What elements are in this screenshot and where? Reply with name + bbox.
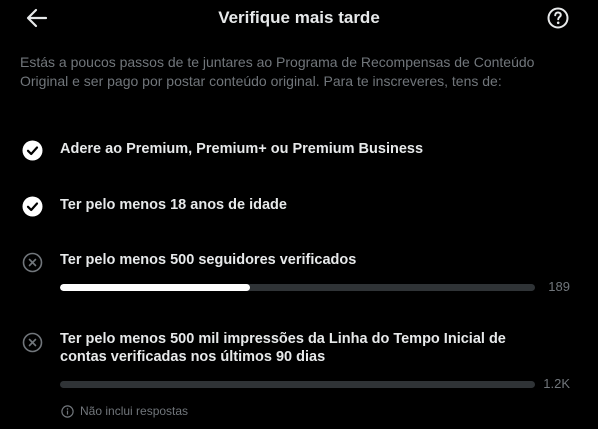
- requirement-label: Adere ao Premium, Premium+ ou Premium Bu…: [60, 141, 424, 157]
- requirement-label: Ter pelo menos 500 mil impressões da Lin…: [60, 331, 506, 365]
- requirement-label: Ter pelo menos 500 seguidores verificado…: [60, 252, 357, 268]
- question-circle-icon: [547, 7, 569, 29]
- help-button[interactable]: [546, 6, 570, 30]
- intro-text: Estás a poucos passos de te juntares ao …: [20, 54, 535, 89]
- progress-value: 189: [548, 279, 570, 294]
- progress-value: 1.2K: [543, 376, 570, 391]
- info-icon: [61, 405, 74, 418]
- check-circle-icon: [22, 196, 43, 217]
- x-circle-icon: [22, 252, 43, 273]
- page-title: Verifique mais tarde: [218, 8, 380, 27]
- x-circle-icon: [22, 332, 43, 353]
- progress-fill: [60, 284, 250, 291]
- check-circle-icon: [22, 140, 43, 161]
- impressions-progress-bar: [60, 381, 535, 388]
- note-text: Não inclui respostas: [80, 404, 189, 418]
- requirement-label: Ter pelo menos 18 anos de idade: [60, 197, 287, 213]
- header: Verifique mais tarde: [0, 0, 598, 36]
- followers-progress-bar: [60, 284, 535, 291]
